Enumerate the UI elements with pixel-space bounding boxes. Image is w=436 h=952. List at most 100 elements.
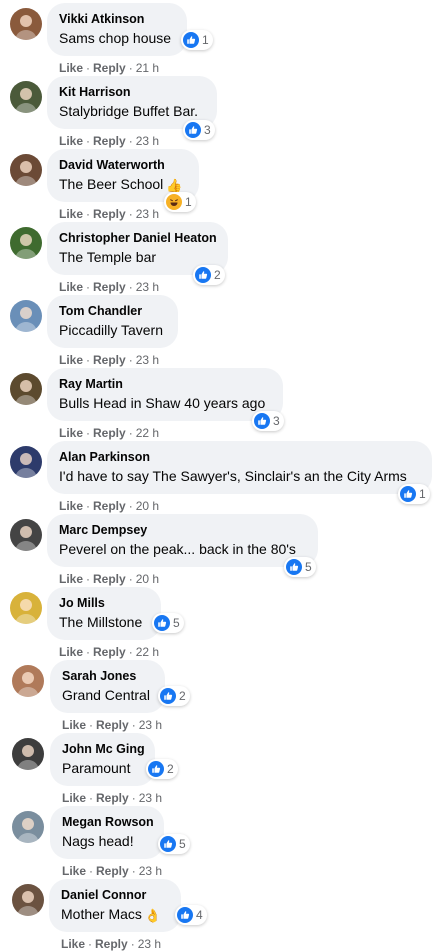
comment: Daniel Connor Mother Macs 👌 4 Like · Reply · 23 … bbox=[0, 879, 436, 952]
reply-button[interactable]: Reply bbox=[93, 572, 126, 586]
reaction-count-badge[interactable]: 2 bbox=[193, 265, 225, 285]
comment-author[interactable]: Vikki Atkinson bbox=[59, 11, 175, 27]
reply-button[interactable]: Reply bbox=[96, 864, 129, 878]
avatar[interactable] bbox=[10, 592, 42, 624]
comment-timestamp[interactable]: 23 h bbox=[139, 791, 162, 805]
avatar[interactable] bbox=[12, 665, 44, 697]
comment: David Waterworth The Beer School 👍 1 Like · Re… bbox=[0, 149, 436, 222]
comment-author[interactable]: Marc Dempsey bbox=[59, 522, 306, 538]
reply-button[interactable]: Reply bbox=[93, 353, 126, 367]
like-button[interactable]: Like bbox=[59, 645, 83, 659]
like-button[interactable]: Like bbox=[62, 718, 86, 732]
comment-text-line: Nags head! bbox=[62, 832, 152, 851]
comment-author[interactable]: Megan Rowson bbox=[62, 814, 154, 830]
reaction-count-badge[interactable]: 2 bbox=[146, 759, 178, 779]
comment: Marc Dempsey Peverel on the peak... back … bbox=[0, 514, 436, 587]
comment-timestamp[interactable]: 23 h bbox=[139, 718, 162, 732]
comment-timestamp[interactable]: 23 h bbox=[136, 280, 159, 294]
comment-actions: Like · Reply · 23 h bbox=[59, 279, 159, 295]
like-reaction-icon bbox=[148, 761, 164, 777]
avatar[interactable] bbox=[10, 8, 42, 40]
reply-button[interactable]: Reply bbox=[93, 280, 126, 294]
like-button[interactable]: Like bbox=[61, 937, 85, 951]
separator: · bbox=[89, 864, 94, 878]
reaction-count-badge[interactable]: 5 bbox=[158, 834, 190, 854]
avatar[interactable] bbox=[12, 811, 44, 843]
comment-timestamp[interactable]: 23 h bbox=[139, 864, 162, 878]
like-button[interactable]: Like bbox=[59, 353, 83, 367]
reaction-count-badge[interactable]: 3 bbox=[252, 411, 284, 431]
comment: Christopher Daniel Heaton The Temple bar 2… bbox=[0, 222, 436, 295]
comment-timestamp[interactable]: 21 h bbox=[136, 61, 159, 75]
avatar[interactable] bbox=[10, 373, 42, 405]
like-reaction-icon bbox=[183, 32, 199, 48]
comment-author[interactable]: Tom Chandler bbox=[59, 303, 166, 319]
avatar[interactable] bbox=[10, 300, 42, 332]
reply-button[interactable]: Reply bbox=[96, 718, 129, 732]
comment-bubble: John Mc Ging Paramount bbox=[50, 733, 155, 786]
comment-text-line: Stalybridge Buffet Bar. bbox=[59, 102, 205, 121]
avatar[interactable] bbox=[10, 227, 42, 259]
reply-button[interactable]: Reply bbox=[96, 791, 129, 805]
comment-author[interactable]: Sarah Jones bbox=[62, 668, 153, 684]
comment: Ray Martin Bulls Head in Shaw 40 years ag… bbox=[0, 368, 436, 441]
comment-actions: Like · Reply · 23 h bbox=[62, 790, 162, 806]
reaction-count: 2 bbox=[179, 689, 186, 703]
reaction-count-badge[interactable]: 2 bbox=[158, 686, 190, 706]
reply-button[interactable]: Reply bbox=[95, 937, 128, 951]
comment-author[interactable]: Daniel Connor bbox=[61, 887, 169, 903]
reaction-count-badge[interactable]: 1 bbox=[398, 484, 430, 504]
comment-author[interactable]: John Mc Ging bbox=[62, 741, 145, 757]
comment-timestamp[interactable]: 23 h bbox=[136, 353, 159, 367]
comment-author[interactable]: David Waterworth bbox=[59, 157, 187, 173]
like-button[interactable]: Like bbox=[59, 61, 83, 75]
like-button[interactable]: Like bbox=[59, 134, 83, 148]
comment-text-line: Piccadilly Tavern bbox=[59, 321, 166, 340]
like-button[interactable]: Like bbox=[62, 864, 86, 878]
comment-actions: Like · Reply · 20 h bbox=[59, 571, 159, 587]
reaction-count-badge[interactable]: 1 bbox=[181, 30, 213, 50]
comment-timestamp[interactable]: 20 h bbox=[136, 572, 159, 586]
comment-bubble: Megan Rowson Nags head! bbox=[50, 806, 164, 859]
avatar[interactable] bbox=[12, 884, 44, 916]
like-button[interactable]: Like bbox=[59, 426, 83, 440]
comment-author[interactable]: Kit Harrison bbox=[59, 84, 205, 100]
comment-timestamp[interactable]: 22 h bbox=[136, 426, 159, 440]
like-button[interactable]: Like bbox=[59, 280, 83, 294]
separator: · bbox=[128, 61, 133, 75]
comment-author[interactable]: Jo Mills bbox=[59, 595, 149, 611]
comment-timestamp[interactable]: 23 h bbox=[136, 207, 159, 221]
reaction-count-badge[interactable]: 1 bbox=[164, 192, 196, 212]
reaction-count-badge[interactable]: 3 bbox=[183, 120, 215, 140]
like-button[interactable]: Like bbox=[59, 572, 83, 586]
comment: Kit Harrison Stalybridge Buffet Bar. 3 Like… bbox=[0, 76, 436, 149]
reply-button[interactable]: Reply bbox=[93, 207, 126, 221]
comment-timestamp[interactable]: 20 h bbox=[136, 499, 159, 513]
reaction-count-badge[interactable]: 5 bbox=[284, 557, 316, 577]
reply-button[interactable]: Reply bbox=[93, 134, 126, 148]
comment-author[interactable]: Ray Martin bbox=[59, 376, 271, 392]
avatar[interactable] bbox=[12, 738, 44, 770]
comment-author[interactable]: Alan Parkinson bbox=[59, 449, 420, 465]
reaction-count-badge[interactable]: 4 bbox=[175, 905, 207, 925]
comment-text-line: The Millstone bbox=[59, 613, 149, 632]
avatar[interactable] bbox=[10, 81, 42, 113]
reply-button[interactable]: Reply bbox=[93, 426, 126, 440]
like-button[interactable]: Like bbox=[62, 791, 86, 805]
separator: · bbox=[88, 937, 93, 951]
comment-author[interactable]: Christopher Daniel Heaton bbox=[59, 230, 217, 246]
like-button[interactable]: Like bbox=[59, 499, 83, 513]
reply-button[interactable]: Reply bbox=[93, 499, 126, 513]
reaction-count-badge[interactable]: 5 bbox=[152, 613, 184, 633]
avatar[interactable] bbox=[10, 519, 42, 551]
like-button[interactable]: Like bbox=[59, 207, 83, 221]
reply-button[interactable]: Reply bbox=[93, 645, 126, 659]
reply-button[interactable]: Reply bbox=[93, 61, 126, 75]
comment-text-line: The Temple bar bbox=[59, 248, 216, 267]
comment-timestamp[interactable]: 23 h bbox=[138, 937, 161, 951]
avatar[interactable] bbox=[10, 154, 42, 186]
reaction-count: 2 bbox=[214, 268, 221, 282]
avatar[interactable] bbox=[10, 446, 42, 478]
comment-timestamp[interactable]: 23 h bbox=[136, 134, 159, 148]
comment-timestamp[interactable]: 22 h bbox=[136, 645, 159, 659]
